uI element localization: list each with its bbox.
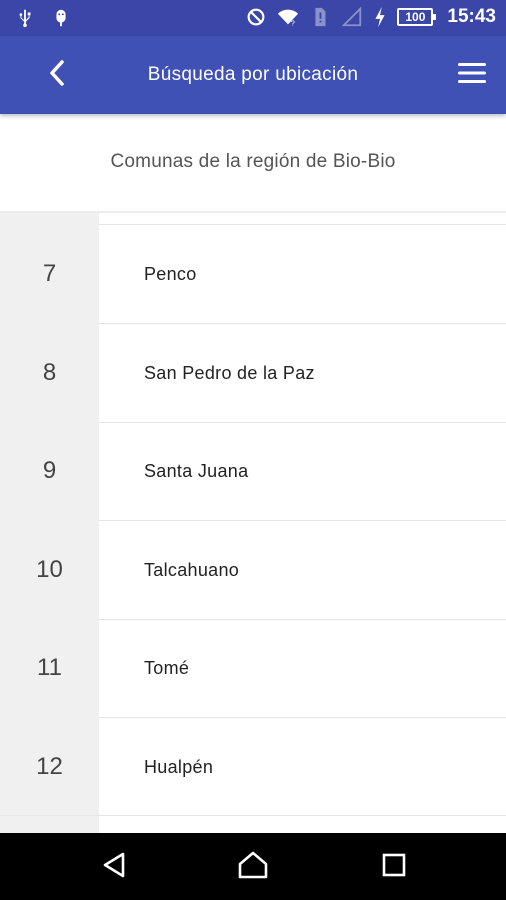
nav-recents-button[interactable] xyxy=(374,850,414,884)
item-number: 8 xyxy=(42,359,57,386)
item-name: Tomé xyxy=(144,658,190,678)
list-item[interactable]: 8 San Pedro de la Paz xyxy=(0,324,506,422)
wifi-icon: ? xyxy=(277,6,299,28)
list-item[interactable]: 7 Penco xyxy=(0,225,506,323)
system-nav-bar xyxy=(0,833,506,900)
item-number: 12 xyxy=(36,753,63,780)
usb-icon xyxy=(14,7,36,29)
app-bar: Búsqueda por ubicación xyxy=(0,36,506,114)
back-triangle-icon xyxy=(101,851,127,884)
list-item[interactable]: 10 Talcahuano xyxy=(0,521,506,619)
sim-alert-icon xyxy=(309,6,331,28)
nav-back-button[interactable] xyxy=(94,850,134,884)
nav-home-button[interactable] xyxy=(233,850,273,884)
list-item[interactable]: 9 Santa Juana xyxy=(0,422,506,520)
status-clock: 15:43 xyxy=(447,6,496,27)
region-subtitle: Comunas de la región de Bio-Bio xyxy=(110,151,396,172)
item-name: Talcahuano xyxy=(144,560,240,580)
item-name: Penco xyxy=(144,264,197,284)
list-item[interactable]: 11 Tomé xyxy=(0,619,506,717)
home-icon xyxy=(237,850,269,885)
item-number: 7 xyxy=(42,260,57,287)
list-item[interactable]: 12 Hualpén xyxy=(0,718,506,816)
recents-square-icon xyxy=(381,852,407,883)
item-number: 10 xyxy=(36,556,63,583)
signal-icon xyxy=(341,6,363,28)
status-bar: ? 100 15:43 xyxy=(0,0,506,36)
item-name: Hualpén xyxy=(144,757,214,777)
row-divider xyxy=(0,815,506,816)
item-name: San Pedro de la Paz xyxy=(144,363,315,383)
comunas-list[interactable]: 7 Penco 8 San Pedro de la Paz 9 Santa Ju… xyxy=(0,213,506,833)
item-name: Santa Juana xyxy=(144,461,249,481)
item-number: 9 xyxy=(42,457,57,484)
android-debug-icon xyxy=(50,7,72,29)
hamburger-menu-icon xyxy=(457,62,487,89)
svg-text:?: ? xyxy=(291,18,295,27)
menu-button[interactable] xyxy=(454,58,490,92)
page-title: Búsqueda por ubicación xyxy=(147,64,359,85)
charging-icon xyxy=(373,6,387,28)
item-number: 11 xyxy=(37,654,62,681)
battery-icon: 100 xyxy=(397,8,437,26)
do-not-disturb-icon xyxy=(245,6,267,28)
